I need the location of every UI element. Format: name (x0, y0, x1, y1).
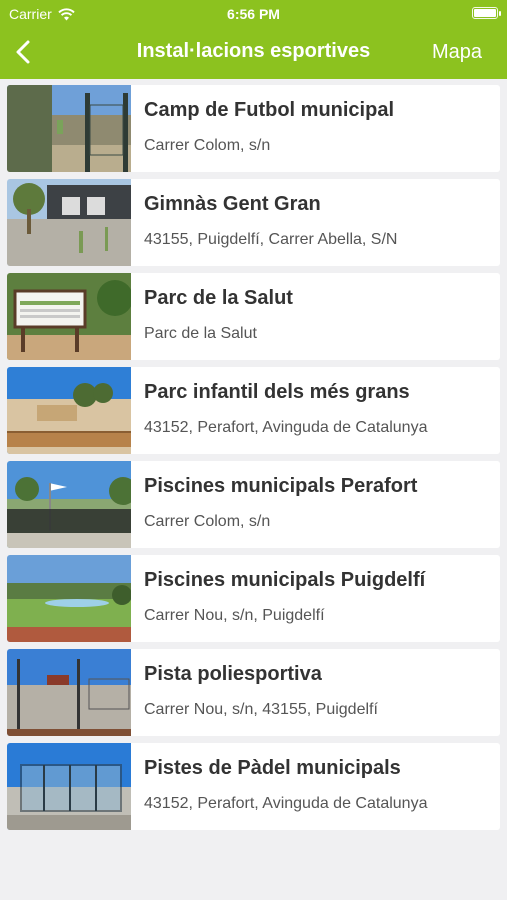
facility-address: Parc de la Salut (144, 325, 257, 342)
list-item[interactable]: Gimnàs Gent Gran 43155, Puigdelfí, Carre… (7, 179, 500, 266)
list-item[interactable]: Piscines municipals Puigdelfí Carrer Nou… (7, 555, 500, 642)
facilities-list: Camp de Futbol municipal Carrer Colom, s… (7, 85, 500, 837)
sports-court-photo (7, 649, 131, 736)
facility-address: Carrer Nou, s/n, 43155, Puigdelfí (144, 701, 378, 718)
health-circuit-sign-photo (7, 273, 131, 360)
playground-photo (7, 367, 131, 454)
page-title: Instal·lacions esportives (136, 40, 371, 62)
outdoor-gym-photo (7, 179, 131, 266)
facility-address: 43152, Perafort, Avinguda de Catalunya (144, 419, 428, 436)
football-field-photo (7, 85, 131, 172)
facility-name: Pistes de Pàdel municipals (144, 757, 401, 779)
pool-perafort-photo (7, 461, 131, 548)
facility-address: 43152, Perafort, Avinguda de Catalunya (144, 795, 428, 812)
pool-puigdelfi-photo (7, 555, 131, 642)
facility-name: Pista poliesportiva (144, 663, 322, 685)
status-time: 6:56 PM (227, 6, 280, 22)
facility-address: 43155, Puigdelfí, Carrer Abella, S/N (144, 231, 398, 248)
battery-tip (499, 11, 501, 16)
facility-address: Carrer Nou, s/n, Puigdelfí (144, 607, 325, 624)
list-item[interactable]: Parc de la Salut Parc de la Salut (7, 273, 500, 360)
list-item[interactable]: Camp de Futbol municipal Carrer Colom, s… (7, 85, 500, 172)
navigation-bar: Carrier 6:56 PM Instal·lacions esportive… (0, 0, 507, 79)
padel-court-photo (7, 743, 131, 830)
facility-name: Camp de Futbol municipal (144, 99, 395, 121)
facility-address: Carrer Colom, s/n (144, 137, 271, 154)
map-button[interactable]: Mapa (432, 41, 482, 64)
facility-name: Piscines municipals Puigdelfí (144, 569, 426, 591)
facility-name: Parc de la Salut (144, 287, 293, 309)
nav-content: Instal·lacions esportives Mapa (0, 28, 507, 76)
list-item[interactable]: Pista poliesportiva Carrer Nou, s/n, 431… (7, 649, 500, 736)
facility-name: Parc infantil dels més grans (144, 381, 410, 403)
list-item[interactable]: Piscines municipals Perafort Carrer Colo… (7, 461, 500, 548)
battery-icon (472, 7, 498, 19)
facility-address: Carrer Colom, s/n (144, 513, 271, 530)
facility-name: Gimnàs Gent Gran (144, 193, 321, 215)
status-bar: Carrier 6:56 PM (0, 0, 507, 26)
list-item[interactable]: Parc infantil dels més grans 43152, Pera… (7, 367, 500, 454)
facility-name: Piscines municipals Perafort (144, 475, 418, 497)
list-item[interactable]: Pistes de Pàdel municipals 43152, Perafo… (7, 743, 500, 830)
